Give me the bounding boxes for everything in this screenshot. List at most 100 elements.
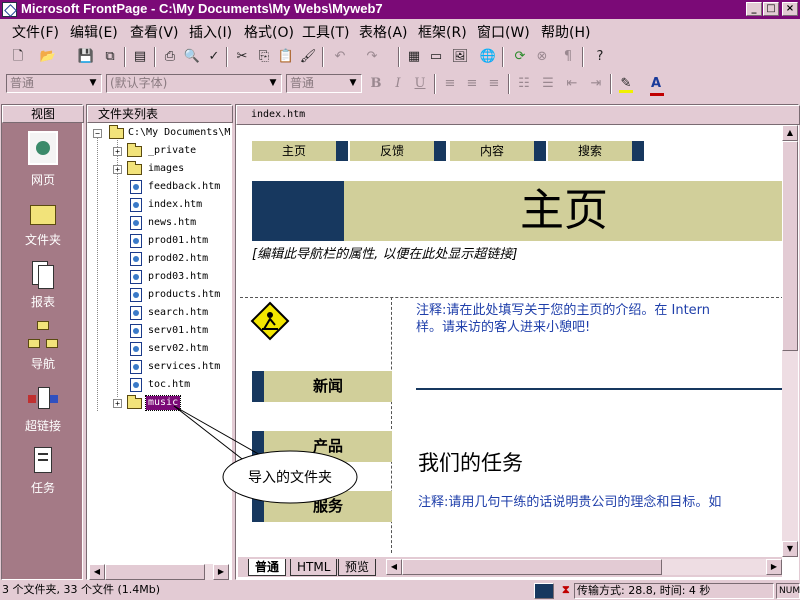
align-center-icon[interactable]: ≡ [462, 74, 482, 94]
tree-root[interactable]: − C:\My Documents\M [87, 125, 233, 141]
copy-icon[interactable]: ⎘ [254, 47, 274, 67]
print-icon[interactable]: ⎙ [160, 47, 180, 67]
minimize-button[interactable]: _ [746, 2, 762, 16]
menu-insert[interactable]: 插入(I) [189, 22, 232, 42]
tab-normal[interactable]: 普通 [248, 559, 287, 576]
bullet-list-icon[interactable]: ☰ [538, 74, 558, 94]
close-button[interactable]: × [782, 2, 798, 16]
tree-item[interactable]: services.htm [87, 359, 233, 375]
decrease-indent-icon[interactable]: ⇤ [562, 74, 582, 94]
tree-item[interactable]: serv02.htm [87, 341, 233, 357]
style-dropdown[interactable]: 普通 ▼ [6, 74, 102, 93]
stop-icon[interactable]: ⊗ [532, 47, 552, 67]
scroll-right-icon[interactable]: ▶ [213, 564, 229, 580]
scroll-thumb[interactable] [105, 564, 205, 580]
show-all-icon[interactable]: ¶ [558, 47, 578, 67]
nav-button-contents[interactable]: 内容 [450, 141, 534, 161]
tree-item[interactable]: search.htm [87, 305, 233, 321]
tree-item[interactable]: + _private [87, 143, 233, 159]
insert-component-icon[interactable]: ▦ [404, 47, 424, 67]
collapse-icon[interactable]: − [93, 129, 102, 138]
menu-edit[interactable]: 编辑(E) [70, 22, 118, 42]
increase-indent-icon[interactable]: ⇥ [586, 74, 606, 94]
insert-table-icon[interactable]: ▭ [426, 47, 446, 67]
tree-item[interactable]: prod02.htm [87, 251, 233, 267]
insert-picture-icon[interactable]: 🖼 [450, 47, 470, 67]
underline-button[interactable]: U [410, 74, 430, 94]
side-button-news[interactable]: 新闻 [252, 371, 392, 402]
open-folder-icon[interactable]: 📂 [38, 47, 58, 67]
expand-icon[interactable]: + [113, 147, 122, 156]
nav-button-search[interactable]: 搜索 [548, 141, 632, 161]
menu-frames[interactable]: 框架(R) [418, 22, 467, 42]
redo-icon[interactable]: ↷ [362, 47, 382, 67]
scroll-left-icon[interactable]: ◀ [386, 559, 402, 575]
print-preview-icon[interactable]: 🔍 [182, 47, 202, 67]
scroll-down-icon[interactable]: ▼ [782, 541, 798, 557]
align-left-icon[interactable]: ≡ [440, 74, 460, 94]
refresh-icon[interactable]: ⟳ [510, 47, 530, 67]
menu-format[interactable]: 格式(O) [244, 22, 294, 42]
tree-item-selected[interactable]: + music [87, 395, 233, 411]
page-banner[interactable]: 主页 [344, 181, 784, 241]
menu-window[interactable]: 窗口(W) [477, 22, 530, 42]
document-tab[interactable]: index.htm [236, 105, 800, 125]
hyperlink-icon[interactable]: 🌐 [478, 47, 498, 67]
menu-view[interactable]: 查看(V) [130, 22, 179, 42]
expand-icon[interactable]: + [113, 399, 122, 408]
tree-item[interactable]: feedback.htm [87, 179, 233, 195]
restore-button[interactable]: □ [763, 2, 779, 16]
tree-item[interactable]: products.htm [87, 287, 233, 303]
cut-icon[interactable]: ✂ [232, 47, 252, 67]
nav-button-home[interactable]: 主页 [252, 141, 336, 161]
publish-icon[interactable]: ⧉ [100, 47, 120, 67]
save-icon[interactable]: 💾 [76, 47, 96, 67]
expand-icon[interactable]: + [113, 165, 122, 174]
nav-button-feedback[interactable]: 反馈 [350, 141, 434, 161]
help-icon[interactable]: ? [590, 47, 610, 67]
scroll-right-icon[interactable]: ▶ [766, 559, 782, 575]
menu-file[interactable]: 文件(F) [12, 22, 59, 42]
spelling-icon[interactable]: ✓ [204, 47, 224, 67]
scroll-thumb[interactable] [402, 559, 662, 575]
new-page-icon[interactable]: 🗋 [8, 47, 28, 67]
editor-hscrollbar[interactable]: ◀ ▶ [386, 559, 782, 575]
italic-button[interactable]: I [388, 74, 408, 94]
font-dropdown[interactable]: (默认字体) ▼ [106, 74, 282, 93]
size-dropdown[interactable]: 普通 ▼ [286, 74, 362, 93]
align-right-icon[interactable]: ≡ [484, 74, 504, 94]
numbered-list-icon[interactable]: ☷ [514, 74, 534, 94]
tree-item[interactable]: news.htm [87, 215, 233, 231]
highlight-icon[interactable]: ✎ [616, 74, 636, 94]
editor-vscrollbar[interactable]: ▲ ▼ [782, 125, 798, 557]
title-bar[interactable]: Microsoft FrontPage - C:\My Documents\My… [0, 0, 800, 19]
tree-item[interactable]: index.htm [87, 197, 233, 213]
folder-list-icon[interactable]: ▤ [130, 47, 150, 67]
view-hyperlinks[interactable]: 超链接 [2, 381, 84, 441]
view-tasks[interactable]: 任务 [2, 443, 84, 503]
tree-item[interactable]: toc.htm [87, 377, 233, 393]
tab-html[interactable]: HTML [290, 559, 338, 576]
undo-icon[interactable]: ↶ [330, 47, 350, 67]
menu-tools[interactable]: 工具(T) [302, 22, 349, 42]
view-page[interactable]: 网页 [2, 131, 84, 191]
menu-table[interactable]: 表格(A) [359, 22, 408, 42]
menu-help[interactable]: 帮助(H) [541, 22, 590, 42]
tree-item[interactable]: + images [87, 161, 233, 177]
view-folders[interactable]: 文件夹 [2, 195, 84, 255]
font-color-button[interactable]: A [646, 74, 666, 94]
format-painter-icon[interactable]: 🖌 [298, 47, 318, 67]
tree-item[interactable]: serv01.htm [87, 323, 233, 339]
paste-icon[interactable]: 📋 [276, 47, 296, 67]
view-navigation[interactable]: 导航 [2, 319, 84, 379]
tab-preview[interactable]: 预览 [338, 559, 377, 576]
scroll-thumb[interactable] [782, 141, 798, 351]
tree-item[interactable]: prod03.htm [87, 269, 233, 285]
scroll-left-icon[interactable]: ◀ [89, 564, 105, 580]
folder-hscrollbar[interactable]: ◀ ▶ [89, 564, 229, 580]
bold-button[interactable]: B [366, 74, 386, 94]
scroll-up-icon[interactable]: ▲ [782, 125, 798, 141]
tree-item[interactable]: prod01.htm [87, 233, 233, 249]
folder-tree[interactable]: − C:\My Documents\M + _private + images … [87, 123, 233, 569]
view-reports[interactable]: 报表 [2, 257, 84, 317]
